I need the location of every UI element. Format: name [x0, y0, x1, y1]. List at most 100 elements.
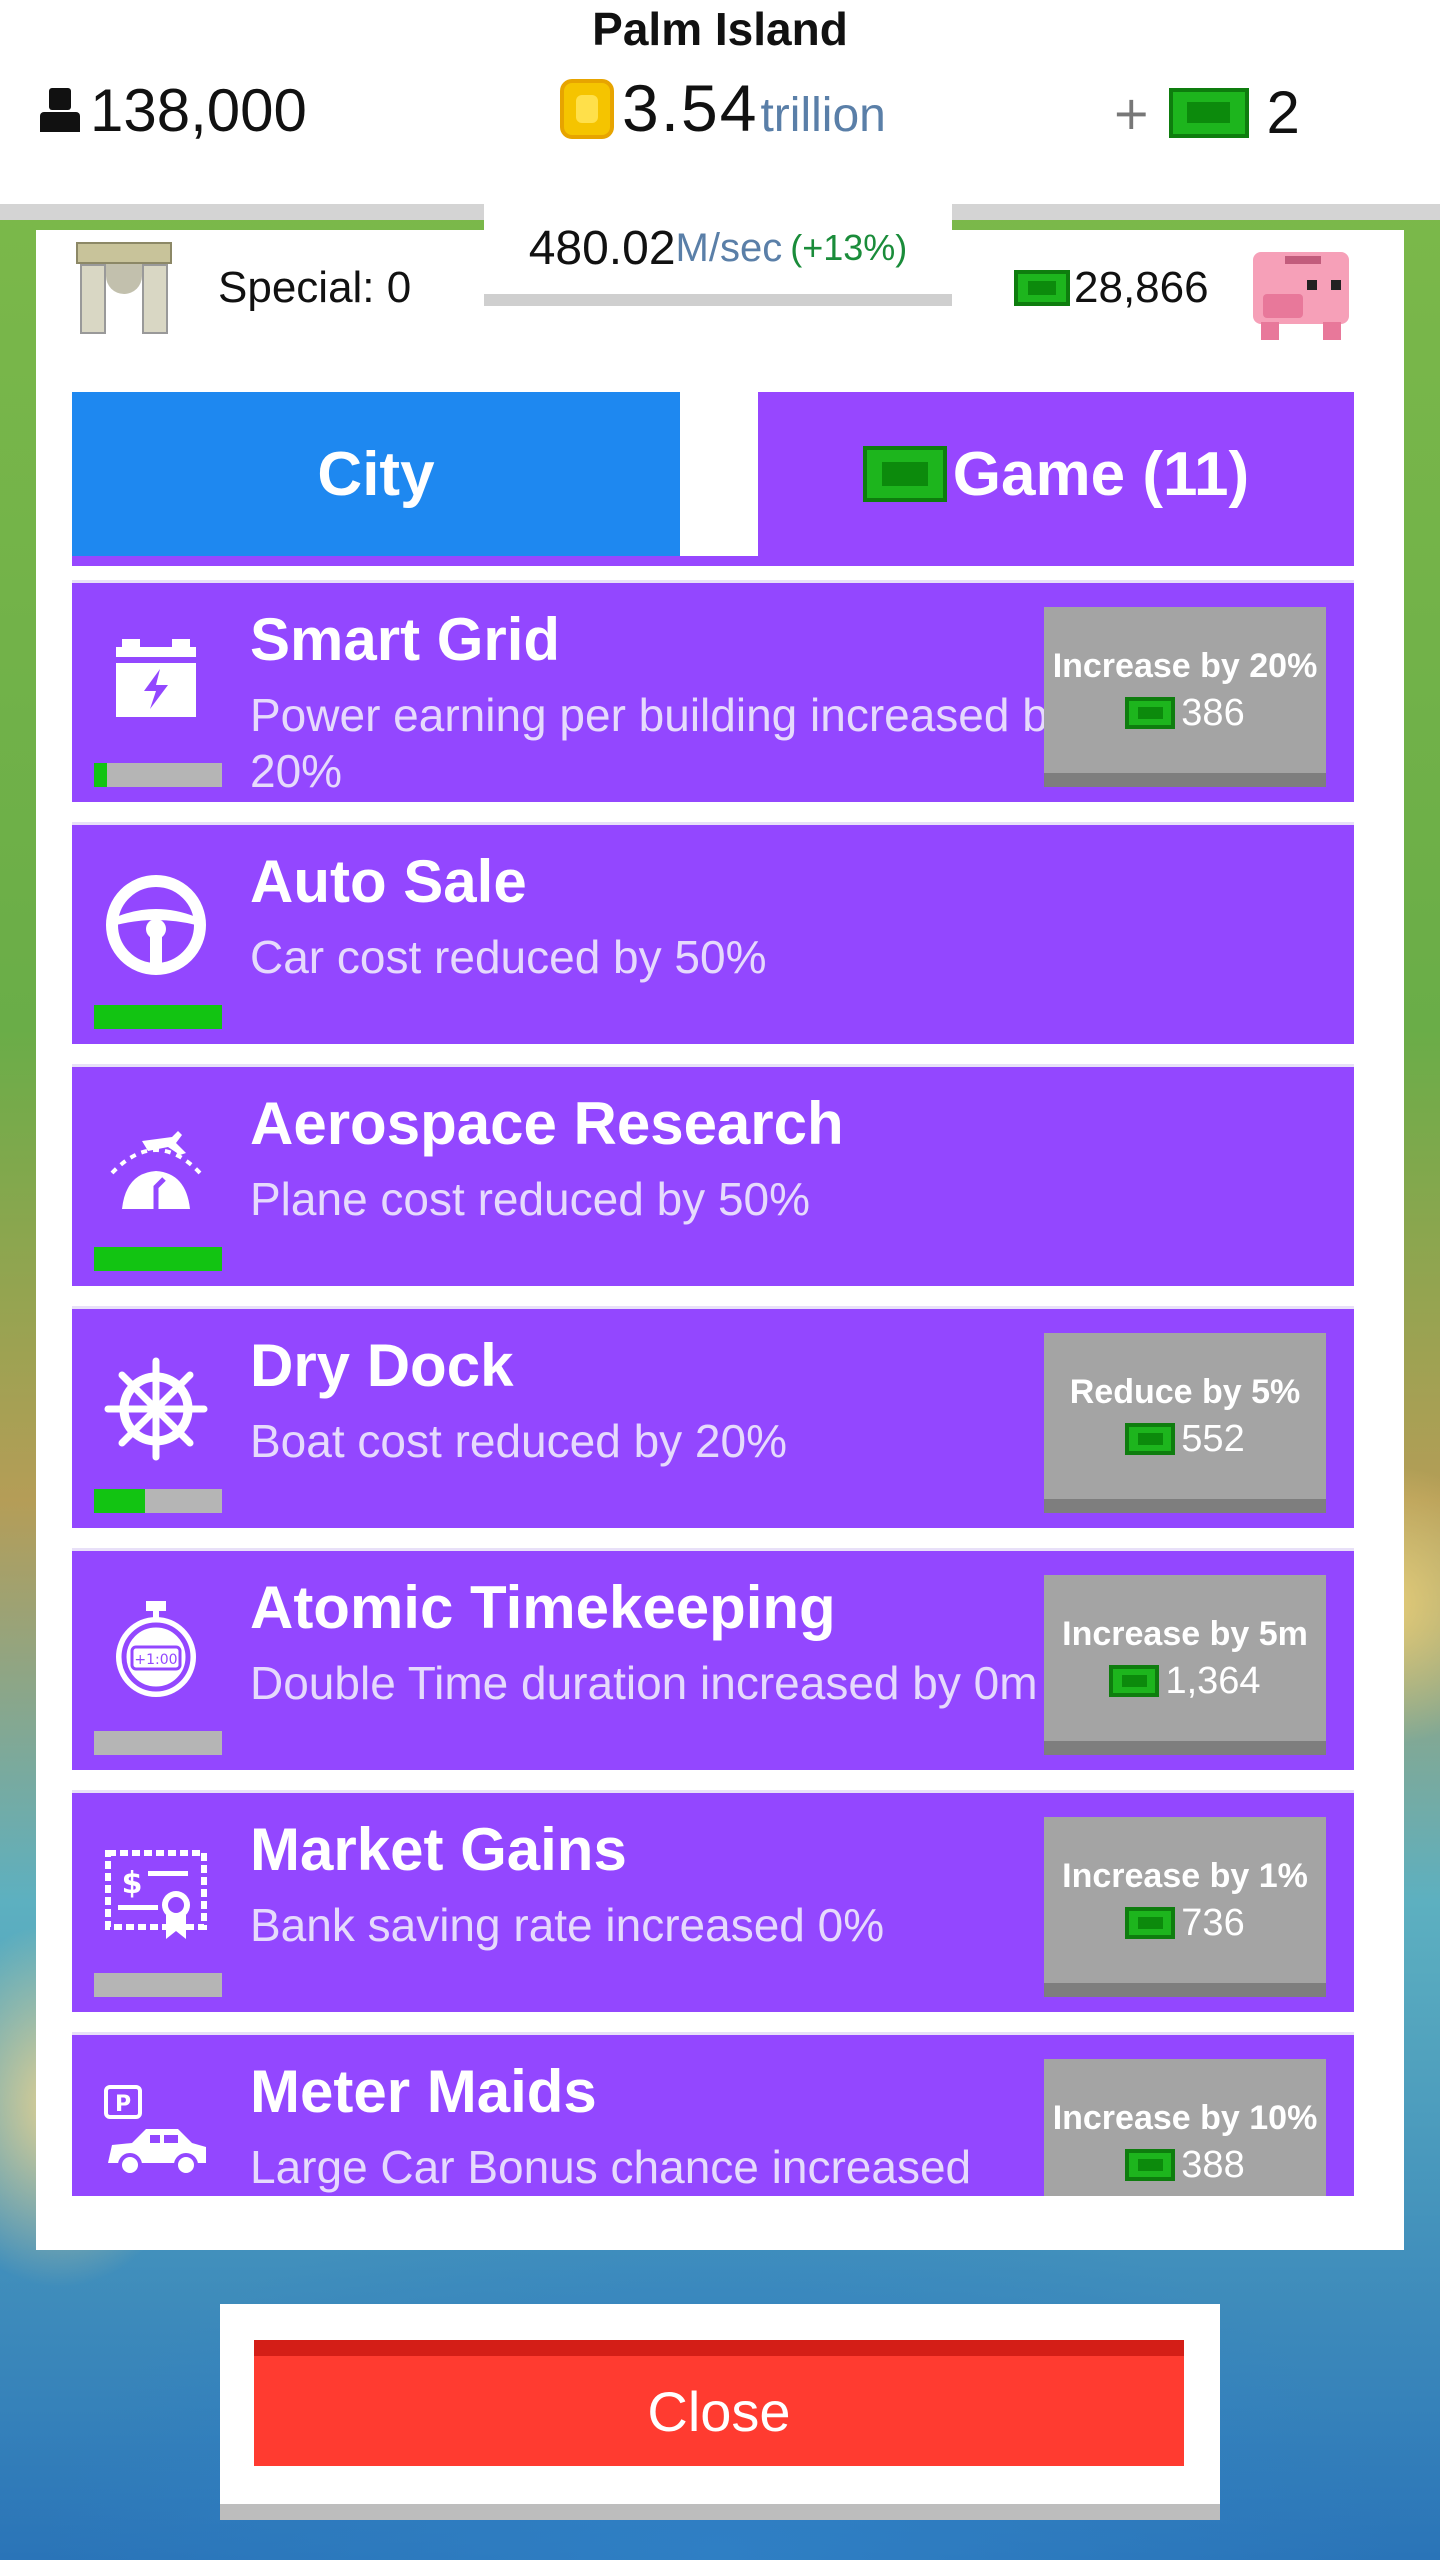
upgrade-buy-button[interactable]: Increase by 1% 736	[1044, 1817, 1326, 1997]
buy-label: Increase by 20%	[1052, 646, 1318, 685]
upgrade-title: Smart Grid	[250, 606, 561, 673]
upgrade-description: Bank saving rate increased 0%	[250, 1899, 885, 1951]
upgrade-item-market-gains: $ Market Gains Bank saving rate increase…	[72, 1790, 1354, 2012]
svg-text:+1:00: +1:00	[134, 1652, 177, 1668]
cash-bill-icon	[862, 446, 947, 502]
coin-icon	[560, 79, 614, 139]
upgrade-buy-button[interactable]: Increase by 20% 386	[1044, 607, 1326, 787]
coins-value: 3.54	[622, 71, 759, 145]
cash-bill-icon	[1125, 2149, 1176, 2181]
cash-bill-icon	[1168, 87, 1249, 138]
upgrade-title: Dry Dock	[250, 1332, 514, 1399]
upgrade-title: Atomic Timekeeping	[250, 1574, 836, 1641]
steering-wheel-icon	[106, 875, 206, 975]
income-rate: 480.02 M/sec (+13%)	[484, 202, 952, 306]
piggy-bank-icon[interactable]	[1247, 236, 1353, 340]
cash-value: 2	[1266, 79, 1300, 146]
ship-wheel-icon	[104, 1357, 208, 1461]
special-buildings[interactable]: Special: 0	[36, 230, 452, 346]
stopwatch-icon: +1:00	[116, 1601, 196, 1697]
bank-cash-value: 28,866	[1074, 263, 1209, 312]
population-value: 138,000	[90, 76, 307, 144]
close-button-frame: Close	[220, 2304, 1220, 2520]
cash-bill-icon	[1109, 1665, 1160, 1697]
special-label: Special: 0	[218, 263, 412, 312]
upgrade-description: Car cost reduced by 50%	[250, 931, 767, 983]
coins-unit: trillion	[760, 89, 886, 142]
buy-label: Reduce by 5%	[1069, 1372, 1301, 1411]
tabs-underline	[72, 556, 1354, 566]
upgrade-description: Large Car Bonus chance increased	[250, 2141, 972, 2193]
upgrade-progress-bar	[94, 1489, 222, 1513]
upgrade-progress-fill	[94, 1005, 222, 1029]
upgrade-progress-bar	[94, 1247, 222, 1271]
coins-counter: 3.54 trillion	[560, 70, 886, 146]
buy-cost: 386	[1125, 691, 1245, 735]
buy-cost-value: 552	[1181, 1417, 1245, 1460]
buy-label: Increase by 1%	[1062, 1856, 1308, 1895]
buy-cost-value: 1,364	[1165, 1659, 1261, 1702]
upgrade-title: Meter Maids	[250, 2058, 597, 2125]
upgrade-list[interactable]: Smart Grid Power earning per building in…	[72, 580, 1354, 2196]
person-icon	[38, 86, 82, 134]
cash-counter[interactable]: + 2	[1112, 78, 1300, 147]
buy-cost: 388	[1125, 2143, 1245, 2187]
upgrade-item-aerospace-research: Aerospace Research Plane cost reduced by…	[72, 1064, 1354, 1286]
upgrade-progress-fill	[94, 1247, 222, 1271]
battery-icon	[116, 639, 196, 717]
cash-bill-icon	[1014, 270, 1070, 306]
upgrade-item-auto-sale: Auto Sale Car cost reduced by 50%	[72, 822, 1354, 1044]
upgrade-progress-bar	[94, 1973, 222, 1997]
svg-text:$: $	[122, 1866, 143, 1901]
upgrade-description: Power earning per building increased by …	[250, 689, 1071, 797]
buy-cost: 736	[1125, 1901, 1245, 1945]
add-cash-icon[interactable]: +	[1112, 86, 1151, 140]
parking-car-icon: P	[104, 2085, 206, 2177]
upgrade-title: Auto Sale	[250, 848, 527, 915]
upgrade-item-meter-maids: P Meter Maids Large Car Bonus chance inc…	[72, 2032, 1354, 2196]
tab-city-label: City	[317, 439, 435, 509]
upgrade-buy-button[interactable]: Reduce by 5% 552	[1044, 1333, 1326, 1513]
income-value: 480.02	[528, 221, 676, 275]
plane-dome-icon	[110, 1131, 202, 1209]
buy-cost-value: 736	[1181, 1901, 1245, 1944]
buy-cost-value: 386	[1181, 691, 1245, 734]
close-button-label: Close	[647, 2379, 791, 2443]
top-status-bar: Palm Island 138,000 3.54 trillion + 2	[0, 0, 1440, 205]
cash-bill-icon	[1125, 1423, 1176, 1455]
piggy-bank[interactable]: 28,866	[988, 230, 1404, 346]
arch-icon	[76, 242, 172, 334]
upgrade-description: Boat cost reduced by 20%	[250, 1415, 787, 1467]
buy-label: Increase by 5m	[1062, 1614, 1308, 1653]
upgrade-progress-bar	[94, 1005, 222, 1029]
upgrade-buy-button[interactable]: Increase by 5m 1,364	[1044, 1575, 1326, 1755]
income-unit: M/sec	[675, 225, 783, 270]
upgrade-item-atomic-timekeeping: +1:00 Atomic Timekeeping Double Time dur…	[72, 1548, 1354, 1770]
buy-cost: 1,364	[1109, 1659, 1261, 1703]
tab-game[interactable]: Game (11)	[758, 392, 1354, 556]
upgrade-description: Double Time duration increased by 0m	[250, 1657, 1038, 1709]
upgrade-progress-fill	[94, 763, 107, 787]
buy-cost: 552	[1125, 1417, 1245, 1461]
close-button[interactable]: Close	[254, 2340, 1184, 2466]
upgrade-title: Aerospace Research	[250, 1090, 844, 1157]
cash-bill-icon	[1125, 1907, 1176, 1939]
population-counter: 138,000	[38, 75, 307, 145]
upgrade-item-smart-grid: Smart Grid Power earning per building in…	[72, 580, 1354, 802]
buy-label: Increase by 10%	[1052, 2098, 1318, 2137]
upgrade-title: Market Gains	[250, 1816, 627, 1883]
tab-city[interactable]: City	[72, 392, 680, 556]
upgrade-buy-button[interactable]: Increase by 10% 388	[1044, 2059, 1326, 2196]
buy-cost-value: 388	[1181, 2143, 1245, 2186]
svg-text:P: P	[115, 2092, 131, 2117]
island-name: Palm Island	[592, 3, 848, 55]
upgrade-progress-bar	[94, 763, 222, 787]
upgrade-progress-bar	[94, 1731, 222, 1755]
tab-game-label: Game (11)	[952, 439, 1250, 509]
upgrade-progress-fill	[94, 1489, 146, 1513]
upgrade-item-dry-dock: Dry Dock Boat cost reduced by 20% Reduce…	[72, 1306, 1354, 1528]
certificate-icon: $	[105, 1850, 207, 1939]
income-percent: (+13%)	[790, 227, 908, 268]
cash-bill-icon	[1125, 697, 1176, 729]
upgrade-description: Plane cost reduced by 50%	[250, 1173, 811, 1225]
